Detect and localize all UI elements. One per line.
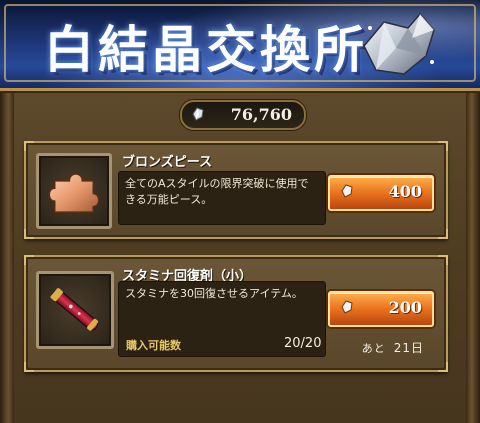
item-name: ブロンズピース xyxy=(122,155,213,170)
panel-border-right xyxy=(466,82,480,423)
title-banner: 白結晶交換所 xyxy=(0,0,480,91)
white-crystal-icon xyxy=(192,107,204,121)
exchange-button[interactable]: 400 xyxy=(328,175,434,211)
remaining-value: 21日 xyxy=(393,341,424,355)
card-corner xyxy=(24,255,34,265)
white-crystal-art-icon xyxy=(363,12,435,75)
purchase-limit-value: 20/20 xyxy=(284,336,322,351)
price-value: 400 xyxy=(388,182,422,201)
currency-amount: 76,760 xyxy=(230,105,292,124)
price-value: 200 xyxy=(388,298,422,317)
card-corner xyxy=(24,229,34,239)
card-corner xyxy=(438,141,448,151)
card-corner xyxy=(24,141,34,151)
item-thumbnail xyxy=(36,153,112,229)
exchange-item-card: ブロンズピース 全てのAスタイルの限界突破に使用できる万能ピース。 400 xyxy=(24,141,448,239)
time-remaining: あと 21日 xyxy=(362,339,424,356)
stamina-potion-icon xyxy=(50,288,99,331)
white-crystal-icon xyxy=(341,184,353,198)
item-thumbnail xyxy=(36,271,114,349)
exchange-item-card: スタミナ回復剤（小） スタミナを30回復させるアイテム。 購入可能数 20/20… xyxy=(24,255,448,372)
page-title: 白結晶交換所 xyxy=(44,20,368,79)
purchase-limit-label: 購入可能数 xyxy=(126,339,181,352)
item-description: 全てのAスタイルの限界突破に使用できる万能ピース。 xyxy=(118,171,326,225)
card-corner xyxy=(438,255,448,265)
bronze-puzzle-piece-icon xyxy=(48,173,100,213)
white-crystal-icon xyxy=(341,300,353,314)
exchange-button[interactable]: 200 xyxy=(328,291,434,327)
panel-border-left xyxy=(0,82,14,423)
exchange-screen: 白結晶交換所 76,760 ブロンズピース 全てのAスタイルの限界突破に使用でき… xyxy=(0,0,480,423)
card-corner xyxy=(24,362,34,372)
card-corner xyxy=(438,229,448,239)
remaining-label: あと xyxy=(361,342,386,355)
card-corner xyxy=(438,362,448,372)
currency-display: 76,760 xyxy=(180,100,306,130)
